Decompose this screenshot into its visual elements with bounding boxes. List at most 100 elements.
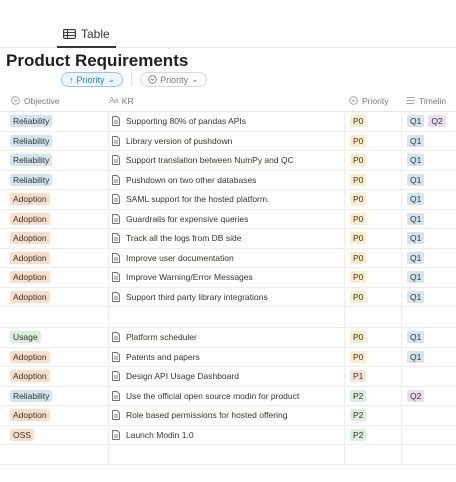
objective-cell[interactable] <box>10 307 104 327</box>
column-header-priority[interactable]: Priority <box>344 90 401 111</box>
priority-cell[interactable]: P2 <box>344 425 401 444</box>
kr-title[interactable]: Improve Warning/Error Messages <box>126 272 253 282</box>
timeline-cell[interactable]: Q1 <box>401 209 456 228</box>
priority-cell[interactable]: P0 <box>344 248 401 267</box>
kr-title[interactable]: Pushdown on two other databases <box>126 175 256 185</box>
timeline-cell[interactable]: Q1 <box>401 248 456 267</box>
priority-cell[interactable] <box>344 445 401 464</box>
table-row[interactable]: Usage Platform scheduler P0 Q1 <box>0 328 456 348</box>
priority-sort-chip[interactable]: ↑ Priority ⌄ <box>61 72 124 87</box>
timeline-cell[interactable]: Q1 Q2 <box>401 112 456 131</box>
timeline-cell[interactable] <box>401 406 456 425</box>
kr-cell[interactable]: Improve user documentation <box>108 248 344 267</box>
tab-table[interactable]: Table <box>57 22 116 48</box>
table-row[interactable]: Adoption Role based permissions for hoste… <box>0 406 456 426</box>
kr-title[interactable]: Support translation between NumPy and QC <box>126 155 294 165</box>
kr-cell[interactable]: Patents and papers <box>108 347 344 366</box>
kr-cell[interactable]: Launch Modin 1.0 <box>108 425 344 444</box>
table-row[interactable]: Adoption Improve user documentation P0 Q1 <box>0 248 456 268</box>
table-row-gap[interactable] <box>0 307 456 328</box>
priority-cell[interactable]: P0 <box>344 209 401 228</box>
priority-filter-chip[interactable]: Priority ⌄ <box>140 72 207 87</box>
priority-cell[interactable]: P0 <box>344 229 401 248</box>
kr-cell[interactable]: Use the official open source modin for p… <box>108 386 344 405</box>
timeline-cell[interactable]: Q1 <box>401 151 456 170</box>
table-row[interactable]: Reliability Support translation between N… <box>0 151 456 171</box>
table-row[interactable]: Adoption Patents and papers P0 Q1 <box>0 347 456 367</box>
priority-cell[interactable]: P0 <box>344 190 401 209</box>
kr-cell[interactable]: Pushdown on two other databases <box>108 170 344 189</box>
priority-cell[interactable]: P2 <box>344 386 401 405</box>
table-row[interactable]: Adoption Support third party library inte… <box>0 287 456 307</box>
kr-title[interactable]: SAML support for the hosted platform. <box>126 194 269 204</box>
objective-cell[interactable]: Reliability <box>10 132 104 151</box>
objective-cell[interactable]: OSS <box>10 426 104 445</box>
objective-cell[interactable]: Adoption <box>10 210 104 229</box>
priority-cell[interactable] <box>344 307 401 327</box>
timeline-cell[interactable]: Q1 <box>401 268 456 287</box>
timeline-cell[interactable]: Q1 <box>401 170 456 189</box>
column-header-timeline[interactable]: Timelin <box>401 90 456 111</box>
priority-cell[interactable]: P0 <box>344 328 401 347</box>
objective-cell[interactable]: Adoption <box>10 190 104 209</box>
timeline-cell[interactable]: Q1 <box>401 190 456 209</box>
kr-cell[interactable] <box>108 307 344 327</box>
kr-cell[interactable]: Design API Usage Dashboard <box>108 367 344 386</box>
objective-cell[interactable]: Reliability <box>10 387 104 406</box>
table-row[interactable]: OSS Launch Modin 1.0 P2 <box>0 425 456 445</box>
priority-cell[interactable]: P0 <box>344 347 401 366</box>
kr-title[interactable]: Library version of pushdown <box>126 136 232 146</box>
kr-title[interactable]: Launch Modin 1.0 <box>126 430 194 440</box>
timeline-cell[interactable]: Q1 <box>401 347 456 366</box>
table-row[interactable]: Adoption Track all the logs from DB side P… <box>0 229 456 249</box>
kr-title[interactable]: Track all the logs from DB side <box>126 233 241 243</box>
kr-cell[interactable]: Role based permissions for hosted offeri… <box>108 406 344 425</box>
table-row[interactable]: Adoption Improve Warning/Error Messages P0… <box>0 268 456 288</box>
kr-cell[interactable]: Improve Warning/Error Messages <box>108 268 344 287</box>
kr-title[interactable]: Guardrails for expensive queries <box>126 214 248 224</box>
kr-cell[interactable]: Library version of pushdown <box>108 131 344 150</box>
priority-cell[interactable]: P1 <box>344 367 401 386</box>
kr-cell[interactable]: Support third party library integrations <box>108 287 344 306</box>
priority-cell[interactable]: P0 <box>344 287 401 306</box>
table-row[interactable]: Adoption Guardrails for expensive queries… <box>0 209 456 229</box>
priority-cell[interactable]: P0 <box>344 151 401 170</box>
table-row[interactable]: Reliability Use the official open source … <box>0 386 456 406</box>
kr-cell[interactable]: Supporting 80% of pandas APIs <box>108 112 344 131</box>
column-header-kr[interactable]: Aa KR <box>108 90 344 111</box>
table-row[interactable]: Adoption Design API Usage Dashboard P1 <box>0 367 456 387</box>
table-row[interactable]: Adoption SAML support for the hosted plat… <box>0 190 456 210</box>
timeline-cell[interactable]: Q1 <box>401 287 456 306</box>
timeline-cell[interactable] <box>401 307 456 327</box>
objective-cell[interactable]: Usage <box>10 328 104 347</box>
objective-cell[interactable]: Reliability <box>10 171 104 190</box>
objective-cell[interactable]: Reliability <box>10 151 104 170</box>
kr-title[interactable]: Supporting 80% of pandas APIs <box>126 116 246 126</box>
column-header-objective[interactable]: Objective <box>11 90 105 111</box>
kr-title[interactable]: Role based permissions for hosted offeri… <box>126 410 287 420</box>
kr-cell[interactable]: Support translation between NumPy and QC <box>108 151 344 170</box>
kr-title[interactable]: Platform scheduler <box>126 332 197 342</box>
objective-cell[interactable]: Adoption <box>10 406 104 425</box>
kr-cell[interactable]: Platform scheduler <box>108 328 344 347</box>
kr-title[interactable]: Patents and papers <box>126 352 200 362</box>
timeline-cell[interactable] <box>401 425 456 444</box>
table-row[interactable]: Reliability Pushdown on two other databas… <box>0 170 456 190</box>
priority-cell[interactable]: P2 <box>344 406 401 425</box>
kr-cell[interactable]: Guardrails for expensive queries <box>108 209 344 228</box>
priority-cell[interactable]: P0 <box>344 112 401 131</box>
priority-cell[interactable]: P0 <box>344 268 401 287</box>
objective-cell[interactable]: Adoption <box>10 367 104 386</box>
kr-title[interactable]: Improve user documentation <box>126 253 234 263</box>
timeline-cell[interactable]: Q1 <box>401 131 456 150</box>
objective-cell[interactable]: Adoption <box>10 288 104 307</box>
objective-cell[interactable] <box>10 445 104 464</box>
kr-cell[interactable]: Track all the logs from DB side <box>108 229 344 248</box>
kr-cell[interactable]: SAML support for the hosted platform. <box>108 190 344 209</box>
table-row[interactable] <box>0 445 456 465</box>
timeline-cell[interactable]: Q1 <box>401 229 456 248</box>
objective-cell[interactable]: Adoption <box>10 229 104 248</box>
table-row[interactable]: Reliability Supporting 80% of pandas APIs… <box>0 112 456 132</box>
database-title[interactable]: Product Requirements <box>6 51 188 71</box>
kr-title[interactable]: Design API Usage Dashboard <box>126 371 239 381</box>
